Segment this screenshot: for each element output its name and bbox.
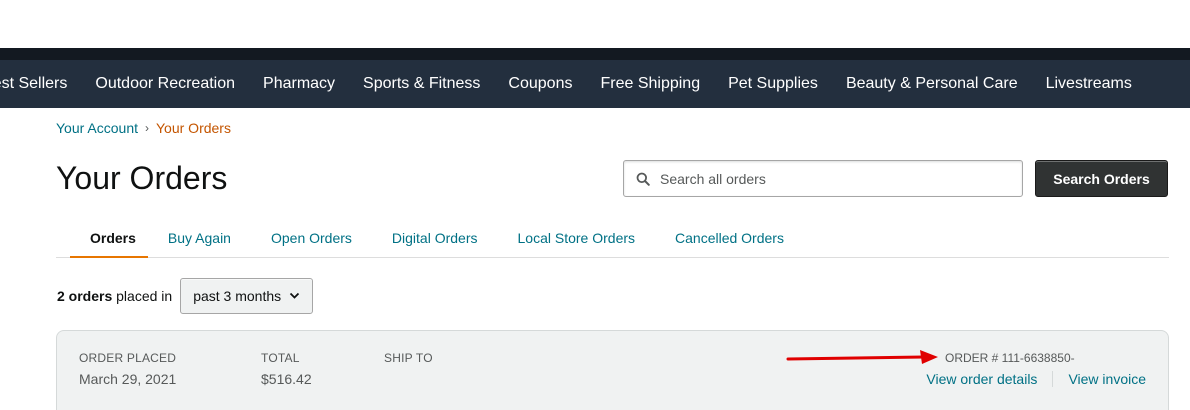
search-orders-button[interactable]: Search Orders: [1035, 160, 1168, 197]
order-total-label: Total: [261, 351, 300, 365]
top-navigation-bar: Best Sellers Outdoor Recreation Pharmacy…: [0, 48, 1190, 108]
breadcrumb-your-account[interactable]: Your Account: [56, 120, 138, 136]
order-placed-column: Order placed March 29, 2021: [79, 351, 176, 387]
nav-item-free-shipping[interactable]: Free Shipping: [586, 75, 714, 93]
tab-digital-orders[interactable]: Digital Orders: [372, 218, 498, 258]
page-title: Your Orders: [56, 160, 228, 196]
time-range-value: past 3 months: [193, 288, 282, 304]
view-invoice-link[interactable]: View invoice: [1068, 371, 1146, 387]
order-number: ORDER # 111-6638850-: [945, 351, 1075, 365]
red-arrow-annotation: [786, 350, 938, 364]
breadcrumb-separator: ›: [145, 121, 149, 135]
order-total-column: Total $516.42: [261, 351, 312, 387]
order-links: View order details View invoice: [926, 371, 1146, 387]
link-divider: [1052, 371, 1054, 387]
search-box[interactable]: [623, 160, 1023, 197]
time-range-dropdown[interactable]: past 3 months: [180, 278, 314, 314]
tab-cancelled-orders[interactable]: Cancelled Orders: [655, 218, 804, 258]
tab-orders[interactable]: Orders: [70, 218, 148, 258]
orders-count: 2 orders: [57, 288, 113, 304]
chevron-down-icon: [289, 292, 300, 300]
tab-local-store-orders[interactable]: Local Store Orders: [498, 218, 656, 258]
nav-item-livestreams[interactable]: Livestreams: [1032, 75, 1146, 93]
nav-items: Best Sellers Outdoor Recreation Pharmacy…: [0, 60, 1146, 108]
nav-item-beauty-personal-care[interactable]: Beauty & Personal Care: [832, 75, 1032, 93]
tab-open-orders[interactable]: Open Orders: [251, 218, 372, 258]
nav-item-best-sellers[interactable]: Best Sellers: [0, 75, 81, 93]
search-icon: [628, 172, 658, 186]
ship-to-label: Ship to: [384, 351, 433, 365]
order-total-value: $516.42: [261, 371, 312, 387]
breadcrumb-your-orders[interactable]: Your Orders: [156, 120, 231, 136]
nav-item-sports-fitness[interactable]: Sports & Fitness: [349, 75, 494, 93]
order-placed-date: March 29, 2021: [79, 371, 177, 387]
view-order-details-link[interactable]: View order details: [926, 371, 1037, 387]
search-input[interactable]: [658, 170, 1022, 187]
nav-item-outdoor-recreation[interactable]: Outdoor Recreation: [81, 75, 249, 93]
nav-item-pharmacy[interactable]: Pharmacy: [249, 75, 349, 93]
order-placed-label: Order placed: [79, 351, 177, 365]
nav-item-pet-supplies[interactable]: Pet Supplies: [714, 75, 832, 93]
order-tabs: Orders Buy Again Open Orders Digital Ord…: [56, 218, 1169, 258]
orders-summary: 2 orders placed in past 3 months: [57, 278, 314, 314]
tab-buy-again[interactable]: Buy Again: [148, 218, 251, 258]
breadcrumb: Your Account › Your Orders: [56, 120, 231, 136]
order-card-header: Order placed March 29, 2021 Total $516.4…: [56, 330, 1169, 410]
ship-to-column: Ship to: [384, 351, 433, 365]
nav-item-coupons[interactable]: Coupons: [494, 75, 586, 93]
orders-summary-text: placed in: [116, 288, 173, 304]
